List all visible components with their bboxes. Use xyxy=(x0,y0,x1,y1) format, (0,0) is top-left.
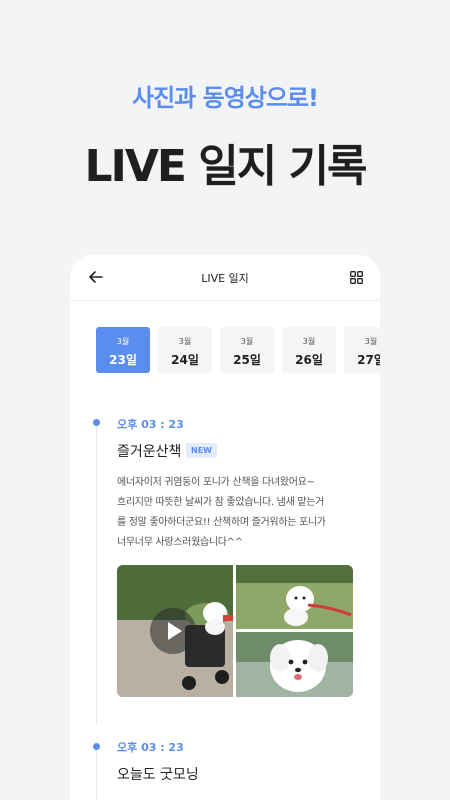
timeline-line xyxy=(96,745,97,800)
date-month: 3월 xyxy=(302,337,316,346)
entry-body-line: 흐리지만 따뜻한 날씨가 참 좋았습니다. 냄새 맡는거 xyxy=(117,497,325,508)
grid-icon[interactable] xyxy=(350,271,363,284)
date-day: 27일 xyxy=(357,353,380,367)
timeline-dot xyxy=(93,419,100,426)
video-thumbnail[interactable] xyxy=(117,565,233,697)
entry-body-line: 를 정말 좋아하더군요!! 산책하며 즐거워하는 포니가 xyxy=(117,517,326,528)
new-badge: NEW xyxy=(186,443,217,458)
date-day: 24일 xyxy=(171,353,199,367)
app-bar: LIVE 일지 xyxy=(70,255,380,301)
entry-body-line: 에너자이저 귀염둥이 포니가 산책을 다녀왔어요~ xyxy=(117,477,315,488)
play-icon xyxy=(168,622,182,640)
media-gallery xyxy=(117,565,353,697)
date-chip-27[interactable]: 3월 27일 xyxy=(344,327,380,373)
date-chip-25[interactable]: 3월 25일 xyxy=(220,327,274,373)
date-chip-23[interactable]: 3월 23일 xyxy=(96,327,150,373)
play-button[interactable] xyxy=(150,608,196,654)
entry-body-line: 너무너무 사랑스러웠습니다^^ xyxy=(117,537,243,548)
phone-screen: LIVE 일지 3월 23일 3월 24일 3월 25일 3월 26일 3월 2… xyxy=(70,255,380,800)
date-month: 3월 xyxy=(178,337,192,346)
timeline-line xyxy=(96,423,97,723)
entry-body: 에너자이저 귀염둥이 포니가 산책을 다녀왔어요~ 흐리지만 따뜻한 날씨가 참… xyxy=(117,473,357,553)
timeline-dot xyxy=(93,743,100,750)
promo-subtitle: 사진과 동영상으로! xyxy=(132,84,319,112)
entry-title[interactable]: 즐거운산책 xyxy=(117,441,181,461)
photo-thumbnail[interactable] xyxy=(236,565,353,629)
promo-title: LIVE 일지 기록 xyxy=(84,141,367,192)
date-day: 25일 xyxy=(233,353,261,367)
photo-thumbnail[interactable] xyxy=(236,632,353,697)
entry-time: 오후 03 : 23 xyxy=(117,741,184,754)
date-chip-26[interactable]: 3월 26일 xyxy=(282,327,336,373)
date-day: 26일 xyxy=(295,353,323,367)
date-month: 3월 xyxy=(240,337,254,346)
date-month: 3월 xyxy=(116,337,130,346)
entry-title[interactable]: 오늘도 굿모닝 xyxy=(117,764,199,784)
entry-time: 오후 03 : 23 xyxy=(117,418,184,431)
page-title: LIVE 일지 xyxy=(201,272,249,285)
date-chip-24[interactable]: 3월 24일 xyxy=(158,327,212,373)
date-day: 23일 xyxy=(109,353,137,367)
date-month: 3월 xyxy=(364,337,378,346)
